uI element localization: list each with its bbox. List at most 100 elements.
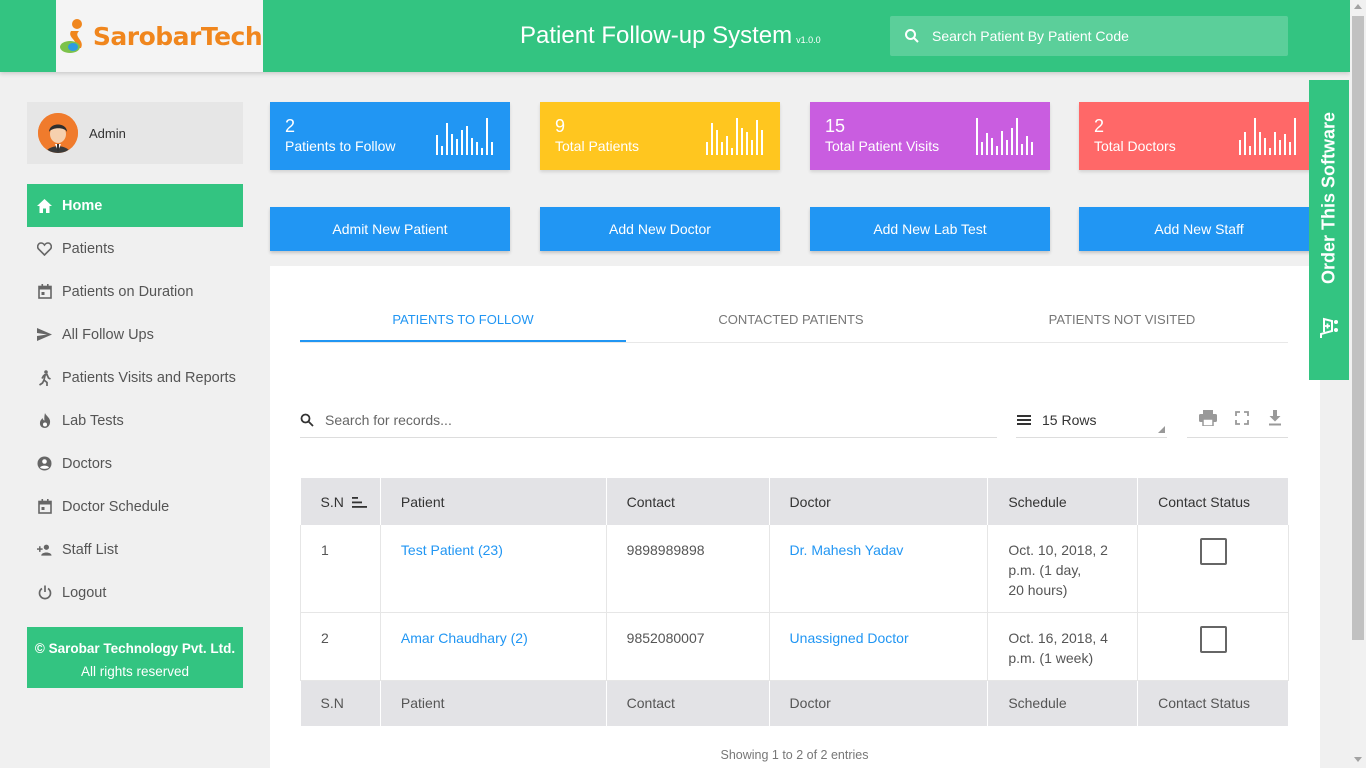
sidebar-nav: Home Patients Patients on Duration All F… [27, 184, 243, 614]
sidebar-item-doctors[interactable]: Doctors [27, 442, 243, 485]
sort-icon[interactable] [351, 497, 367, 509]
rows-per-page-value: 15 Rows [1042, 412, 1097, 428]
sidebar-item-label: Home [62, 197, 103, 214]
scroll-down-arrow-icon[interactable] [1354, 757, 1362, 762]
order-software-tab[interactable]: Order This Software [1309, 80, 1349, 380]
sidebar-item-lab-tests[interactable]: Lab Tests [27, 399, 243, 442]
footer-header-patient: Patient [380, 680, 607, 726]
mini-bar-chart-icon [976, 118, 1033, 155]
schedule-line: p.m. (1 day, [1008, 562, 1082, 578]
copyright-text: © Sarobar Technology Pvt. Ltd. [34, 641, 236, 656]
walk-icon [37, 369, 52, 386]
column-header-doctor[interactable]: Doctor [769, 478, 989, 525]
menu-icon [1017, 415, 1031, 425]
contact-status-checkbox[interactable] [1199, 625, 1227, 653]
sidebar-item-patients[interactable]: Patients [27, 227, 243, 270]
table-row: 1 Test Patient (23) 9898989898 Dr. Mahes… [300, 525, 1289, 613]
stat-card-total-patient-visits[interactable]: 15 Total Patient Visits [810, 102, 1050, 170]
user-avatar-icon [38, 113, 78, 153]
logo-text: SarobarTech [92, 21, 263, 51]
column-header-sn[interactable]: S.N [300, 478, 381, 525]
send-icon [37, 327, 52, 342]
add-new-staff-button[interactable]: Add New Staff [1079, 207, 1319, 251]
sidebar-item-patients-visits-reports[interactable]: Patients Visits and Reports [27, 356, 243, 399]
mini-bar-chart-icon [1239, 118, 1296, 155]
sidebar-item-patients-on-duration[interactable]: Patients on Duration [27, 270, 243, 313]
rights-text: All rights reserved [80, 664, 190, 679]
heart-icon [37, 241, 52, 256]
doctor-link[interactable]: Dr. Mahesh Yadav [769, 525, 989, 613]
add-new-lab-test-button[interactable]: Add New Lab Test [810, 207, 1050, 251]
contact-status-checkbox[interactable] [1199, 538, 1227, 565]
page-scrollbar[interactable] [1350, 0, 1366, 768]
column-header-patient[interactable]: Patient [380, 478, 607, 525]
sidebar-item-label: Staff List [62, 541, 119, 558]
column-header-label: S.N [320, 493, 344, 510]
tab-patients-not-visited[interactable]: PATIENTS NOT VISITED [956, 300, 1288, 342]
patient-code-search-input[interactable] [932, 28, 1272, 44]
footer-header-sn: S.N [300, 680, 381, 726]
stat-card-total-patients[interactable]: 9 Total Patients [540, 102, 780, 170]
cell-contact: 9852080007 [606, 612, 770, 681]
doctor-link[interactable]: Unassigned Doctor [769, 612, 989, 681]
logo[interactable]: SarobarTech [56, 0, 263, 72]
cart-icon [1320, 317, 1338, 338]
stat-card-patients-to-follow[interactable]: 2 Patients to Follow [270, 102, 510, 170]
sidebar-item-label: Patients on Duration [62, 283, 194, 300]
sidebar-item-home[interactable]: Home [27, 184, 243, 227]
home-icon [37, 198, 52, 213]
patient-code-search [890, 16, 1288, 56]
column-header-contact-status[interactable]: Contact Status [1137, 478, 1289, 525]
records-search [300, 403, 997, 438]
main-panel: PATIENTS TO FOLLOW CONTACTED PATIENTS PA… [270, 266, 1320, 768]
tab-contacted-patients[interactable]: CONTACTED PATIENTS [626, 300, 956, 342]
dropdown-corner-icon [1158, 426, 1165, 433]
download-icon[interactable] [1265, 408, 1285, 428]
table-header-row: S.N Patient Contact Doctor Schedule Cont… [300, 478, 1289, 525]
add-new-doctor-button[interactable]: Add New Doctor [540, 207, 780, 251]
admit-new-patient-button[interactable]: Admit New Patient [270, 207, 510, 251]
column-header-schedule[interactable]: Schedule [987, 478, 1139, 525]
calendar-icon [37, 284, 52, 299]
sidebar-item-all-follow-ups[interactable]: All Follow Ups [27, 313, 243, 356]
patient-link[interactable]: Amar Chaudhary (2) [380, 612, 607, 681]
scrollbar-thumb[interactable] [1352, 16, 1364, 640]
mini-bar-chart-icon [436, 118, 493, 155]
person-add-icon [37, 542, 52, 557]
patient-link[interactable]: Test Patient (23) [380, 525, 607, 613]
schedule-line: Oct. 10, 2018, 2 [1008, 542, 1108, 558]
tab-patients-to-follow[interactable]: PATIENTS TO FOLLOW [300, 300, 626, 342]
records-search-input[interactable] [325, 412, 985, 428]
sidebar-item-label: All Follow Ups [62, 326, 154, 343]
top-header: SarobarTech Patient Follow-up System v1.0… [0, 0, 1350, 72]
cell-sn: 1 [300, 525, 381, 613]
cell-sn: 2 [300, 612, 381, 681]
sidebar-item-label: Logout [62, 584, 107, 601]
sidebar-item-label: Lab Tests [62, 412, 124, 429]
column-header-contact[interactable]: Contact [606, 478, 770, 525]
patients-table: S.N Patient Contact Doctor Schedule Cont… [300, 478, 1289, 726]
copyright-box: © Sarobar Technology Pvt. Ltd. All right… [27, 627, 243, 688]
scroll-up-arrow-icon[interactable] [1354, 4, 1362, 9]
cell-contact-status [1137, 612, 1289, 681]
footer-header-doctor: Doctor [769, 680, 989, 726]
fullscreen-icon[interactable] [1232, 408, 1252, 428]
mini-bar-chart-icon [706, 118, 763, 155]
logo-mark-icon [59, 19, 82, 53]
table-footer-row: S.N Patient Contact Doctor Schedule Cont… [300, 680, 1289, 726]
stat-card-total-doctors[interactable]: 2 Total Doctors [1079, 102, 1313, 170]
print-icon[interactable] [1198, 408, 1218, 428]
sidebar-item-label: Patients Visits and Reports [62, 369, 236, 386]
sidebar-item-doctor-schedule[interactable]: Doctor Schedule [27, 485, 243, 528]
table-tools [1187, 403, 1288, 438]
search-icon [300, 413, 314, 427]
search-icon [905, 29, 919, 43]
cell-schedule: Oct. 10, 2018, 2 p.m. (1 day, 20 hours) [987, 525, 1139, 613]
sidebar-item-staff-list[interactable]: Staff List [27, 528, 243, 571]
cell-schedule: Oct. 16, 2018, 4 p.m. (1 week) [987, 612, 1139, 681]
app-title-text: Patient Follow-up System [520, 22, 793, 49]
rows-per-page-select[interactable]: 15 Rows [1016, 403, 1167, 438]
sidebar-item-label: Doctors [62, 455, 112, 472]
sidebar-item-logout[interactable]: Logout [27, 571, 243, 614]
schedule-line: Oct. 16, 2018, 4 [1008, 629, 1108, 646]
